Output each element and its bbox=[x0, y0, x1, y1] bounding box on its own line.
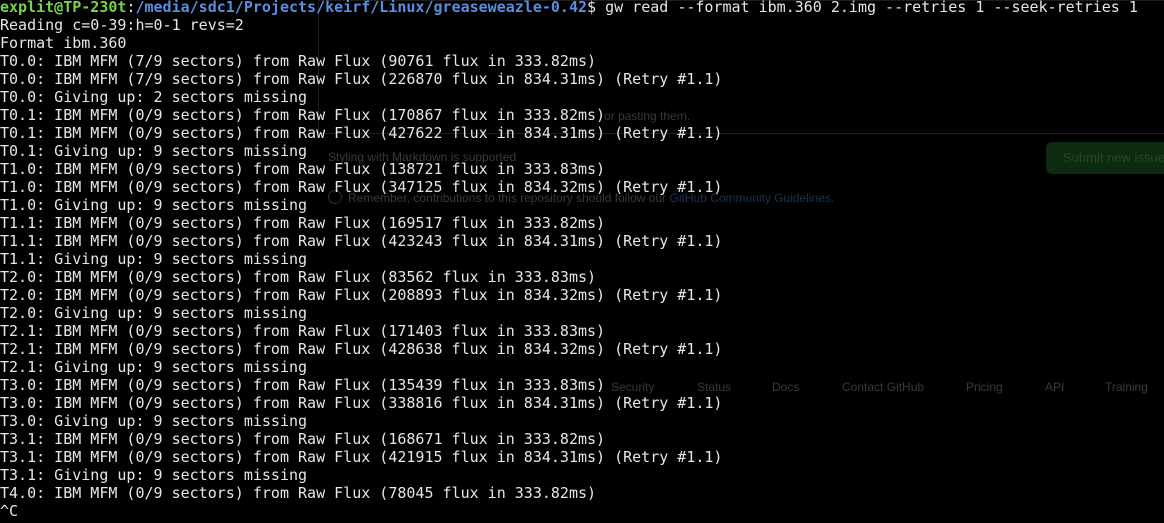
terminal-line: T3.1: IBM MFM (0/9 sectors) from Raw Flu… bbox=[0, 430, 606, 448]
terminal-line: T0.1: IBM MFM (0/9 sectors) from Raw Flu… bbox=[0, 106, 606, 124]
terminal-line: T0.0: IBM MFM (7/9 sectors) from Raw Flu… bbox=[0, 52, 597, 70]
terminal-line: T0.0: Giving up: 2 sectors missing bbox=[0, 88, 308, 106]
terminal-line: T3.0: IBM MFM (0/9 sectors) from Raw Flu… bbox=[0, 394, 723, 412]
terminal-line: T1.0: IBM MFM (0/9 sectors) from Raw Flu… bbox=[0, 160, 606, 178]
prompt-dollar: $ bbox=[587, 0, 606, 16]
terminal-line: T2.1: Giving up: 9 sectors missing bbox=[0, 358, 308, 376]
terminal-line: T3.1: Giving up: 9 sectors missing bbox=[0, 466, 308, 484]
terminal-line: T4.0: IBM MFM (0/9 sectors) from Raw Flu… bbox=[0, 484, 597, 502]
command-text: gw read --format ibm.360 2.img --retries… bbox=[605, 0, 1138, 16]
terminal-line: T0.1: IBM MFM (0/9 sectors) from Raw Flu… bbox=[0, 124, 723, 142]
terminal-line: T2.0: Giving up: 9 sectors missing bbox=[0, 304, 308, 322]
terminal-line: T1.0: Giving up: 9 sectors missing bbox=[0, 196, 308, 214]
terminal-line: T3.1: IBM MFM (0/9 sectors) from Raw Flu… bbox=[0, 448, 723, 466]
terminal-line: T2.1: IBM MFM (0/9 sectors) from Raw Flu… bbox=[0, 322, 606, 340]
terminal-line: T2.0: IBM MFM (0/9 sectors) from Raw Flu… bbox=[0, 286, 723, 304]
terminal-line: Reading c=0-39:h=0-1 revs=2 bbox=[0, 16, 244, 34]
terminal-line: T1.0: IBM MFM (0/9 sectors) from Raw Flu… bbox=[0, 178, 723, 196]
terminal-line: T1.1: IBM MFM (0/9 sectors) from Raw Flu… bbox=[0, 232, 723, 250]
prompt-user-host: explit@TP-230t bbox=[0, 0, 127, 16]
terminal-line: Format ibm.360 bbox=[0, 34, 127, 52]
terminal-line: T3.0: Giving up: 9 sectors missing bbox=[0, 412, 308, 430]
terminal-line: T2.1: IBM MFM (0/9 sectors) from Raw Flu… bbox=[0, 340, 723, 358]
terminal-output[interactable]: explit@TP-230t:/media/sdc1/Projects/keir… bbox=[0, 0, 1164, 523]
terminal-line: T3.0: IBM MFM (0/9 sectors) from Raw Flu… bbox=[0, 376, 606, 394]
prompt-line: explit@TP-230t:/media/sdc1/Projects/keir… bbox=[0, 0, 1138, 16]
terminal-line: T0.1: Giving up: 9 sectors missing bbox=[0, 142, 308, 160]
terminal-line: T1.1: Giving up: 9 sectors missing bbox=[0, 250, 308, 268]
prompt-path: /media/sdc1/Projects/keirf/Linux/greasew… bbox=[135, 0, 588, 16]
terminal-line: T2.0: IBM MFM (0/9 sectors) from Raw Flu… bbox=[0, 268, 597, 286]
terminal-line: T0.0: IBM MFM (7/9 sectors) from Raw Flu… bbox=[0, 70, 723, 88]
terminal-line: T1.1: IBM MFM (0/9 sectors) from Raw Flu… bbox=[0, 214, 606, 232]
terminal-line: ^C bbox=[0, 502, 19, 520]
